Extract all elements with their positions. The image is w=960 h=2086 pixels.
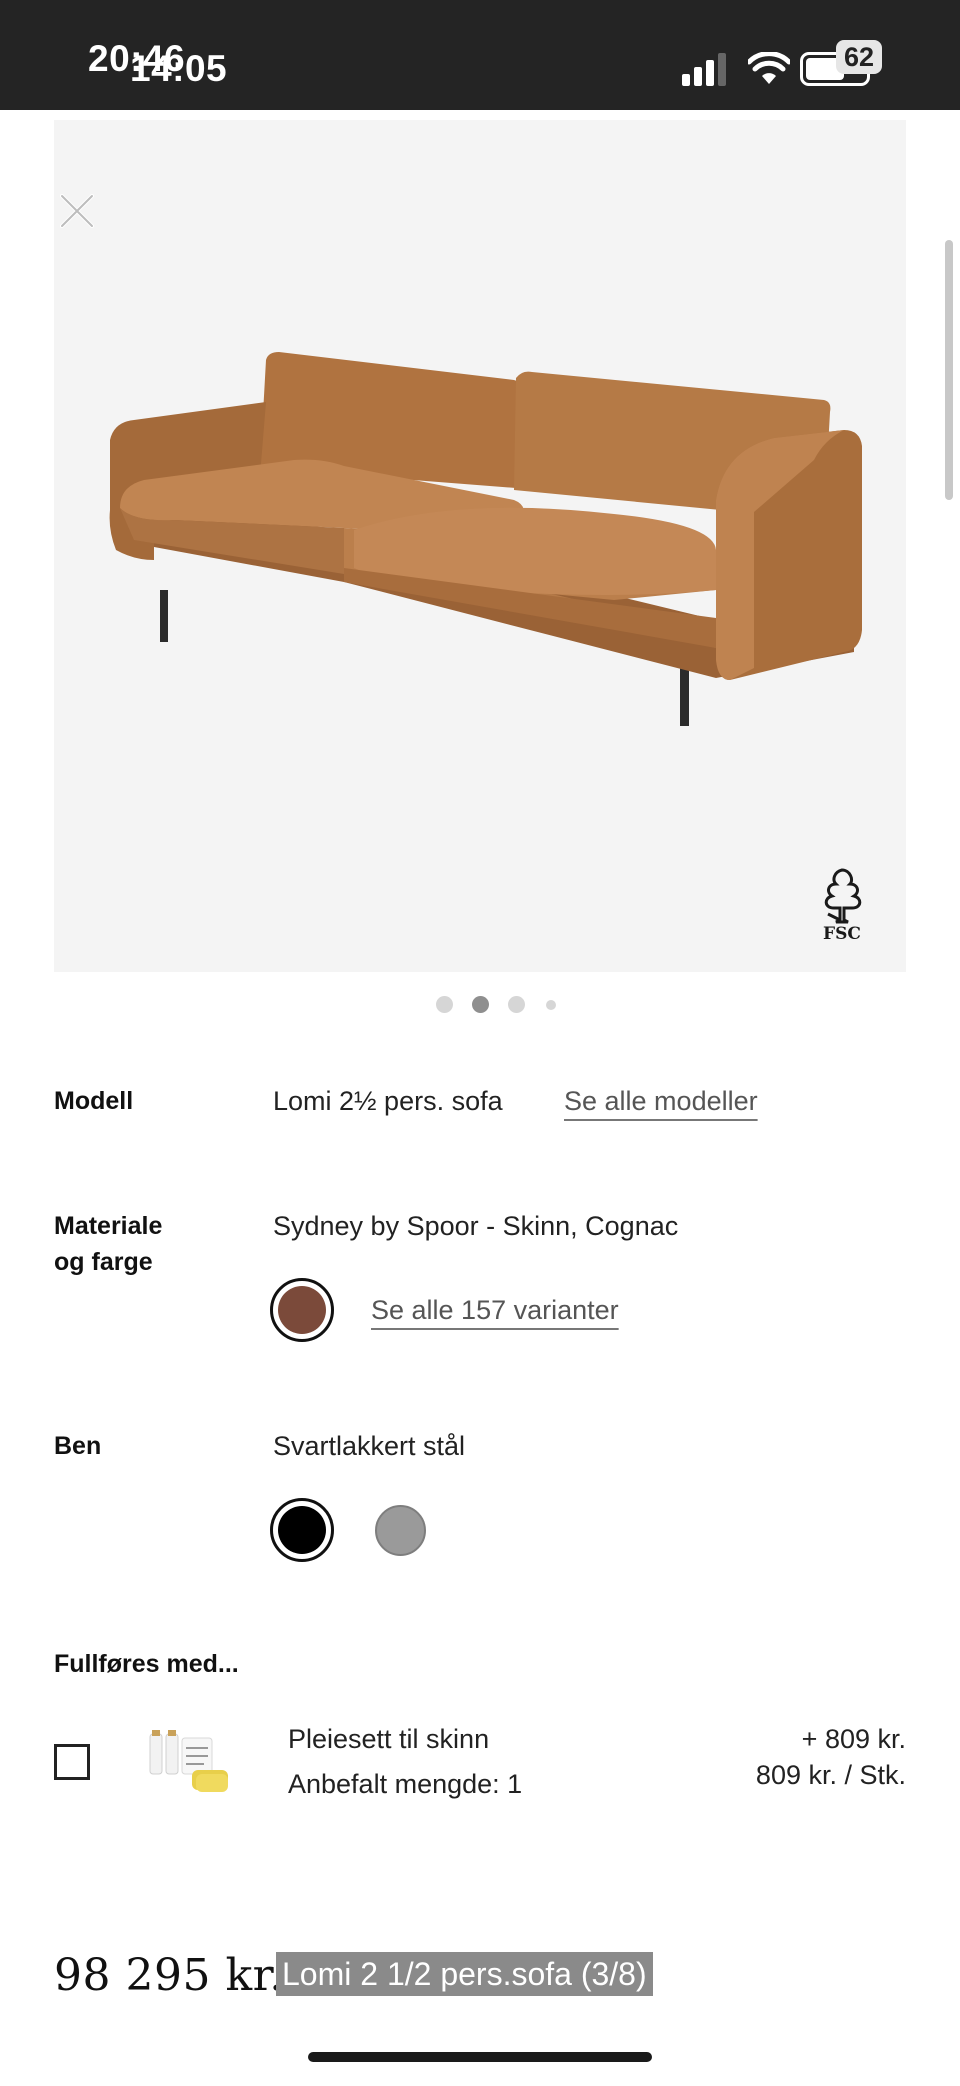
addon-price: + 809 kr. (801, 1724, 906, 1754)
battery-level: 62 (836, 40, 883, 74)
addon-name: Pleiesett til skinn (288, 1724, 490, 1754)
video-caption: Lomi 2 1/2 pers.sofa (3/8) (276, 1952, 653, 1996)
cellular-signal-icon (682, 53, 726, 86)
material-value: Sydney by Spoor - Skinn, Cognac (273, 1211, 679, 1241)
carousel-dot[interactable] (508, 996, 525, 1013)
see-all-variants-link[interactable]: Se alle 157 varianter (371, 1292, 619, 1328)
fsc-label: FSC (823, 924, 861, 944)
home-indicator[interactable] (308, 2052, 652, 2062)
status-time-overlay: 14:05 (130, 48, 228, 89)
model-label: Modell (54, 1087, 134, 1115)
addon-unit-price: 809 kr. / Stk. (755, 1760, 906, 1790)
material-swatch-cognac[interactable] (270, 1278, 334, 1342)
addon-checkbox[interactable] (54, 1744, 90, 1780)
legs-label: Ben (54, 1432, 102, 1460)
scrollbar[interactable] (945, 240, 953, 500)
legs-swatch-grey[interactable] (375, 1505, 426, 1556)
legs-value: Svartlakkert stål (273, 1431, 466, 1461)
product-image[interactable] (54, 120, 906, 972)
close-icon[interactable] (56, 190, 98, 232)
carousel-dots[interactable] (430, 994, 570, 1014)
carousel-dot[interactable] (436, 996, 453, 1013)
status-bar: 20:46 14:05 62 (0, 0, 960, 110)
leather-care-kit-thumbnail (146, 1728, 232, 1798)
material-label-line2: og farge (54, 1248, 153, 1276)
addons-heading: Fullføres med... (54, 1650, 239, 1678)
sofa-illustration (109, 352, 862, 726)
total-price: 98 295 kr. (54, 1950, 284, 2001)
legs-swatch-black[interactable] (270, 1498, 334, 1562)
carousel-dot[interactable] (546, 1000, 556, 1010)
carousel-dot-active[interactable] (472, 996, 489, 1013)
addon-recommended-qty: Anbefalt mengde: 1 (288, 1769, 523, 1799)
see-all-models-link[interactable]: Se alle modeller (564, 1083, 758, 1119)
fsc-logo: FSC (810, 866, 874, 950)
model-value: Lomi 2½ pers. sofa (273, 1086, 503, 1116)
wifi-icon (748, 52, 790, 84)
material-label-line1: Materiale (54, 1212, 163, 1240)
